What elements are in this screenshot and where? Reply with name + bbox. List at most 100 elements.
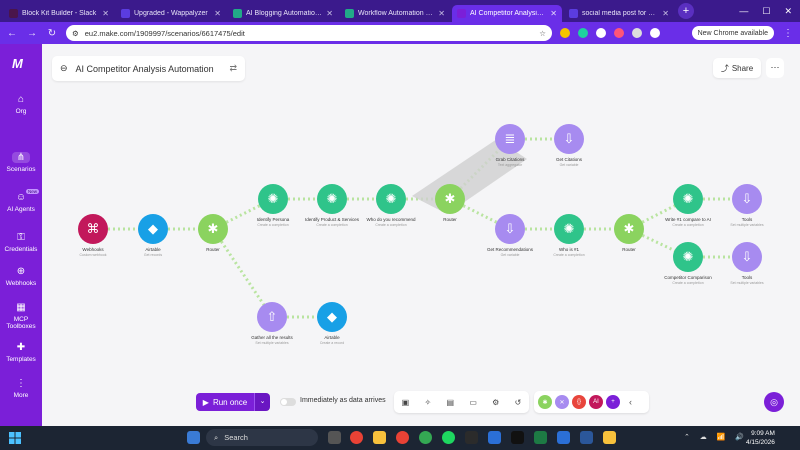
sidebar-item-mcp-toolboxes[interactable]: ▦ MCP Toolboxes	[0, 302, 42, 330]
scenario-module[interactable]: ⇩	[554, 124, 584, 154]
scenario-module[interactable]: ✺	[258, 184, 288, 214]
forward-icon[interactable]: →	[26, 28, 38, 39]
settings-icon[interactable]: ⚙	[492, 398, 499, 407]
extension-icon[interactable]	[578, 28, 588, 38]
browser-tab[interactable]: Workflow Automation for t ✕	[340, 5, 450, 22]
word-icon[interactable]	[580, 431, 593, 444]
chrome-profile-icon[interactable]	[396, 431, 409, 444]
share-button[interactable]: ⤴ Share	[713, 58, 761, 78]
run-once-button[interactable]: ▶ Run once	[196, 393, 254, 411]
scenario-module[interactable]: ⇩	[495, 214, 525, 244]
start-app-icon[interactable]	[187, 431, 200, 444]
scenario-module[interactable]: ✱	[614, 214, 644, 244]
scenario-module[interactable]: ⇩	[732, 184, 762, 214]
run-options-chevron-icon[interactable]: ⌄	[254, 393, 270, 411]
taskbar-clock[interactable]: 9:09 AM 4/15/2026	[746, 429, 775, 447]
taskbar-search[interactable]: ⌕ Search	[206, 429, 318, 446]
scenario-module[interactable]: ◆	[138, 214, 168, 244]
tab-close-icon[interactable]: ✕	[550, 9, 557, 18]
chrome-icon[interactable]	[350, 431, 363, 444]
maximize-icon[interactable]: ☐	[762, 6, 770, 17]
scenario-module[interactable]: ✱	[198, 214, 228, 244]
more-options-button[interactable]: ⋯	[766, 58, 784, 78]
folder-icon[interactable]	[603, 431, 616, 444]
scenario-module[interactable]: ⌘	[78, 214, 108, 244]
app-icon[interactable]	[557, 431, 570, 444]
profile-avatar[interactable]	[650, 28, 660, 38]
browser-tab[interactable]: AI Competitor Analysis Au ✕	[452, 5, 562, 22]
extension-icon[interactable]	[560, 28, 570, 38]
history-icon[interactable]: ↺	[515, 398, 522, 407]
collapse-chevron-icon[interactable]: ‹	[629, 397, 632, 407]
scenario-module[interactable]: ⇧	[257, 302, 287, 332]
minimize-icon[interactable]: —	[739, 6, 748, 17]
bookmark-star-icon[interactable]: ☆	[539, 29, 546, 38]
back-arrow-icon[interactable]: ⊖	[60, 63, 68, 74]
close-icon[interactable]: ✕	[784, 6, 792, 17]
sidebar-item-org[interactable]: ⌂ Org	[0, 94, 42, 115]
scenario-title[interactable]: AI Competitor Analysis Automation	[76, 64, 214, 74]
app-icon[interactable]	[488, 431, 501, 444]
app-icon[interactable]	[465, 431, 478, 444]
scenario-module[interactable]: ◆	[317, 302, 347, 332]
browser-tab[interactable]: social media post for disc ✕	[564, 5, 674, 22]
sidebar-item-ai-agents[interactable]: ☺ AI Agents New	[0, 189, 42, 213]
notes-icon[interactable]: ▤	[446, 398, 454, 407]
upwork-icon[interactable]	[511, 431, 524, 444]
back-icon[interactable]: ←	[6, 28, 18, 39]
sidebar-item-webhooks[interactable]: ⊕ Webhooks	[0, 266, 42, 287]
tab-close-icon[interactable]: ✕	[662, 9, 669, 18]
scenario-module[interactable]: ✺	[673, 184, 703, 214]
module-sublabel: Set multiple variables	[730, 281, 764, 285]
new-tab-button[interactable]: +	[678, 3, 694, 19]
add-app-icon[interactable]: +	[606, 395, 620, 409]
scenario-module[interactable]: ⇩	[732, 242, 762, 272]
make-logo[interactable]: M	[12, 56, 30, 71]
windows-logo-icon[interactable]	[9, 432, 21, 444]
excel-icon[interactable]	[534, 431, 547, 444]
scenario-module[interactable]: ≣	[495, 124, 525, 154]
tools-app-icon[interactable]: ✱	[538, 395, 552, 409]
router-icon: ✱	[623, 221, 635, 236]
browser-tab[interactable]: Upgraded - Wappalyzer ✕	[116, 5, 226, 22]
extension-icon[interactable]	[596, 28, 606, 38]
task-view-icon[interactable]	[328, 431, 341, 444]
tab-close-icon[interactable]: ✕	[438, 9, 445, 18]
extension-icon[interactable]	[632, 28, 642, 38]
help-lightbulb-icon[interactable]: ◎	[764, 392, 784, 412]
switch-icon[interactable]: ⇄	[229, 63, 237, 74]
browser-tab[interactable]: Block Kit Builder - Slack ✕	[4, 5, 114, 22]
browser-tab[interactable]: AI Blogging Automation W ✕	[228, 5, 338, 22]
tab-close-icon[interactable]: ✕	[326, 9, 333, 18]
system-tray[interactable]: ⌃ ☁ 📶 🔊	[684, 433, 748, 441]
magic-wand-icon[interactable]: ✧	[424, 398, 431, 407]
sidebar-item-more[interactable]: ⋮ More	[0, 378, 42, 399]
scenario-module[interactable]: ✺	[554, 214, 584, 244]
scenario-canvas[interactable]: ⌘ Webhooks Custom webhook ◆ Airtable Get reco…	[42, 44, 800, 426]
tab-close-icon[interactable]: ✕	[102, 9, 109, 18]
extension-icon[interactable]	[614, 28, 624, 38]
flow-app-icon[interactable]: ✕	[555, 395, 569, 409]
json-app-icon[interactable]: {}	[572, 395, 586, 409]
flow-control-icon[interactable]: ▭	[469, 398, 477, 407]
address-bar[interactable]: ⚙ eu2.make.com/1909997/scenarios/6617475…	[66, 25, 552, 41]
tab-title: Upgraded - Wappalyzer	[134, 10, 208, 17]
sidebar-item-templates[interactable]: ✚ Templates	[0, 342, 42, 363]
chrome-profile-icon[interactable]	[419, 431, 432, 444]
scenario-module[interactable]: ✱	[435, 184, 465, 214]
spotify-icon[interactable]	[442, 431, 455, 444]
sidebar-item-credentials[interactable]: ⚿ Credentials	[0, 232, 42, 253]
ai-app-icon[interactable]: AI	[589, 395, 603, 409]
save-icon[interactable]: ▣	[402, 398, 410, 407]
menu-dots-icon[interactable]: ⋮	[782, 28, 794, 39]
file-explorer-icon[interactable]	[373, 431, 386, 444]
sidebar-item-scenarios[interactable]: ⋔ Scenarios	[0, 152, 42, 173]
reload-icon[interactable]: ↻	[46, 28, 58, 39]
scenario-module[interactable]: ✺	[673, 242, 703, 272]
scenario-module[interactable]: ✺	[376, 184, 406, 214]
scenario-module[interactable]: ✺	[317, 184, 347, 214]
update-chrome-button[interactable]: New Chrome available	[691, 26, 774, 40]
tab-close-icon[interactable]: ✕	[214, 9, 221, 18]
schedule-toggle[interactable]	[280, 398, 296, 406]
site-info-icon[interactable]: ⚙	[72, 29, 79, 38]
